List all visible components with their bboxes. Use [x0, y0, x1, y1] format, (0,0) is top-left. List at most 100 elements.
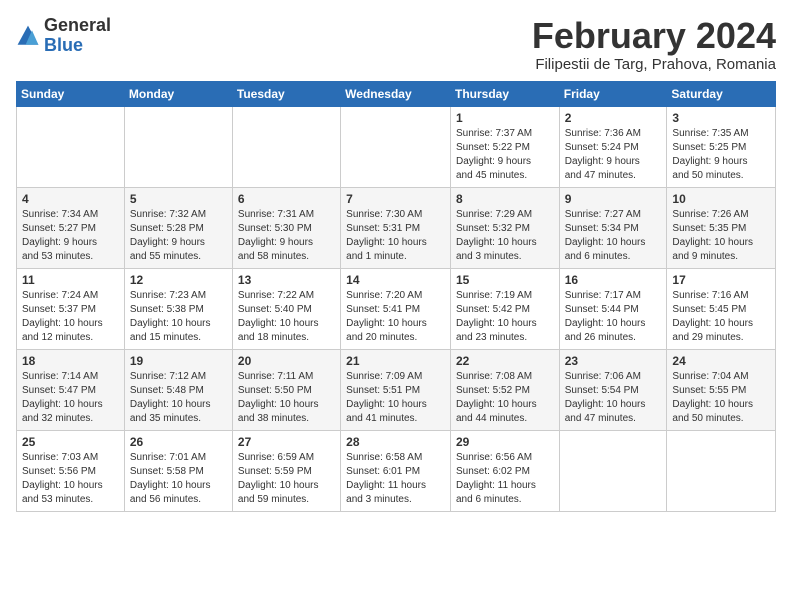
- calendar-cell: 10Sunrise: 7:26 AM Sunset: 5:35 PM Dayli…: [667, 187, 776, 268]
- day-info: Sunrise: 6:58 AM Sunset: 6:01 PM Dayligh…: [346, 451, 445, 507]
- calendar-cell: 19 Sunrise: 7:12 AM Sunset: 5:48 PM Dayli…: [124, 349, 232, 430]
- weekday-header-tuesday: Tuesday: [232, 81, 340, 106]
- calendar-cell: 4 Sunrise: 7:34 AM Sunset: 5:27 PM Daylig…: [17, 187, 125, 268]
- weekday-header-sunday: Sunday: [17, 81, 125, 106]
- day-number: 15: [456, 273, 554, 287]
- calendar-cell: 18 Sunrise: 7:14 AM Sunset: 5:47 PM Dayli…: [17, 349, 125, 430]
- day-number: 26: [130, 435, 227, 449]
- calendar-cell: [667, 430, 776, 511]
- calendar-cell: 17 Sunrise: 7:16 AM Sunset: 5:45 PM Dayli…: [667, 268, 776, 349]
- calendar-cell: 15 Sunrise: 7:19 AM Sunset: 5:42 PM Dayli…: [450, 268, 559, 349]
- calendar-week-row: 25 Sunrise: 7:03 AM Sunset: 5:56 PM Dayli…: [17, 430, 776, 511]
- day-info: Sunrise: 7:37 AM Sunset: 5:22 PM Dayligh…: [456, 127, 554, 183]
- day-number: 4: [22, 192, 119, 206]
- day-info: Sunrise: 7:29 AM Sunset: 5:32 PM Dayligh…: [456, 208, 554, 264]
- calendar-cell: 5 Sunrise: 7:32 AM Sunset: 5:28 PM Daylig…: [124, 187, 232, 268]
- day-info: Sunrise: 7:09 AM Sunset: 5:51 PM Dayligh…: [346, 370, 445, 426]
- calendar-cell: 29 Sunrise: 6:56 AM Sunset: 6:02 PM Dayli…: [450, 430, 559, 511]
- calendar-cell: 21 Sunrise: 7:09 AM Sunset: 5:51 PM Dayli…: [341, 349, 451, 430]
- sub-title: Filipestii de Targ, Prahova, Romania: [532, 56, 776, 73]
- day-number: 17: [672, 273, 770, 287]
- logo: General Blue: [16, 16, 111, 56]
- calendar-cell: 14 Sunrise: 7:20 AM Sunset: 5:41 PM Dayli…: [341, 268, 451, 349]
- day-number: 13: [238, 273, 335, 287]
- calendar-cell: 13 Sunrise: 7:22 AM Sunset: 5:40 PM Dayli…: [232, 268, 340, 349]
- main-title: February 2024: [532, 16, 776, 56]
- weekday-header-saturday: Saturday: [667, 81, 776, 106]
- day-info: Sunrise: 7:12 AM Sunset: 5:48 PM Dayligh…: [130, 370, 227, 426]
- calendar-cell: 28 Sunrise: 6:58 AM Sunset: 6:01 PM Dayli…: [341, 430, 451, 511]
- calendar-cell: 27 Sunrise: 6:59 AM Sunset: 5:59 PM Dayli…: [232, 430, 340, 511]
- day-info: Sunrise: 7:24 AM Sunset: 5:37 PM Dayligh…: [22, 289, 119, 345]
- calendar-cell: 6 Sunrise: 7:31 AM Sunset: 5:30 PM Daylig…: [232, 187, 340, 268]
- day-number: 21: [346, 354, 445, 368]
- day-info: Sunrise: 7:17 AM Sunset: 5:44 PM Dayligh…: [565, 289, 662, 345]
- calendar-cell: [232, 106, 340, 187]
- day-info: Sunrise: 7:34 AM Sunset: 5:27 PM Dayligh…: [22, 208, 119, 264]
- calendar-cell: 12Sunrise: 7:23 AM Sunset: 5:38 PM Dayli…: [124, 268, 232, 349]
- calendar-cell: 26 Sunrise: 7:01 AM Sunset: 5:58 PM Dayli…: [124, 430, 232, 511]
- day-number: 5: [130, 192, 227, 206]
- day-info: Sunrise: 7:04 AM Sunset: 5:55 PM Dayligh…: [672, 370, 770, 426]
- calendar-cell: 20Sunrise: 7:11 AM Sunset: 5:50 PM Dayli…: [232, 349, 340, 430]
- day-number: 29: [456, 435, 554, 449]
- day-info: Sunrise: 7:32 AM Sunset: 5:28 PM Dayligh…: [130, 208, 227, 264]
- day-number: 18: [22, 354, 119, 368]
- calendar-cell: 3 Sunrise: 7:35 AM Sunset: 5:25 PM Daylig…: [667, 106, 776, 187]
- day-number: 7: [346, 192, 445, 206]
- calendar-cell: [341, 106, 451, 187]
- day-number: 25: [22, 435, 119, 449]
- day-info: Sunrise: 7:35 AM Sunset: 5:25 PM Dayligh…: [672, 127, 770, 183]
- day-number: 3: [672, 111, 770, 125]
- day-info: Sunrise: 7:16 AM Sunset: 5:45 PM Dayligh…: [672, 289, 770, 345]
- weekday-header-wednesday: Wednesday: [341, 81, 451, 106]
- day-number: 22: [456, 354, 554, 368]
- weekday-header-thursday: Thursday: [450, 81, 559, 106]
- day-info: Sunrise: 6:59 AM Sunset: 5:59 PM Dayligh…: [238, 451, 335, 507]
- day-number: 6: [238, 192, 335, 206]
- day-info: Sunrise: 7:19 AM Sunset: 5:42 PM Dayligh…: [456, 289, 554, 345]
- day-number: 14: [346, 273, 445, 287]
- day-number: 11: [22, 273, 119, 287]
- calendar-week-row: 1 Sunrise: 7:37 AM Sunset: 5:22 PM Daylig…: [17, 106, 776, 187]
- page-header: General Blue February 2024 Filipestii de…: [16, 16, 776, 73]
- day-number: 9: [565, 192, 662, 206]
- day-number: 1: [456, 111, 554, 125]
- calendar-cell: 16 Sunrise: 7:17 AM Sunset: 5:44 PM Dayli…: [559, 268, 667, 349]
- calendar-table: SundayMondayTuesdayWednesdayThursdayFrid…: [16, 81, 776, 512]
- calendar-cell: 22Sunrise: 7:08 AM Sunset: 5:52 PM Dayli…: [450, 349, 559, 430]
- title-block: February 2024 Filipestii de Targ, Prahov…: [532, 16, 776, 73]
- day-info: Sunrise: 6:56 AM Sunset: 6:02 PM Dayligh…: [456, 451, 554, 507]
- day-info: Sunrise: 7:27 AM Sunset: 5:34 PM Dayligh…: [565, 208, 662, 264]
- logo-icon: [16, 24, 40, 48]
- day-number: 12: [130, 273, 227, 287]
- day-number: 27: [238, 435, 335, 449]
- day-info: Sunrise: 7:22 AM Sunset: 5:40 PM Dayligh…: [238, 289, 335, 345]
- day-number: 20: [238, 354, 335, 368]
- day-info: Sunrise: 7:20 AM Sunset: 5:41 PM Dayligh…: [346, 289, 445, 345]
- calendar-cell: [17, 106, 125, 187]
- calendar-week-row: 4 Sunrise: 7:34 AM Sunset: 5:27 PM Daylig…: [17, 187, 776, 268]
- day-info: Sunrise: 7:03 AM Sunset: 5:56 PM Dayligh…: [22, 451, 119, 507]
- calendar-cell: [124, 106, 232, 187]
- day-number: 16: [565, 273, 662, 287]
- day-number: 19: [130, 354, 227, 368]
- day-number: 8: [456, 192, 554, 206]
- weekday-header-row: SundayMondayTuesdayWednesdayThursdayFrid…: [17, 81, 776, 106]
- weekday-header-friday: Friday: [559, 81, 667, 106]
- calendar-cell: 8 Sunrise: 7:29 AM Sunset: 5:32 PM Daylig…: [450, 187, 559, 268]
- calendar-cell: 11 Sunrise: 7:24 AM Sunset: 5:37 PM Dayli…: [17, 268, 125, 349]
- calendar-cell: 25 Sunrise: 7:03 AM Sunset: 5:56 PM Dayli…: [17, 430, 125, 511]
- calendar-cell: 2 Sunrise: 7:36 AM Sunset: 5:24 PM Daylig…: [559, 106, 667, 187]
- day-info: Sunrise: 7:30 AM Sunset: 5:31 PM Dayligh…: [346, 208, 445, 264]
- day-info: Sunrise: 7:31 AM Sunset: 5:30 PM Dayligh…: [238, 208, 335, 264]
- calendar-cell: 24 Sunrise: 7:04 AM Sunset: 5:55 PM Dayli…: [667, 349, 776, 430]
- day-info: Sunrise: 7:36 AM Sunset: 5:24 PM Dayligh…: [565, 127, 662, 183]
- day-info: Sunrise: 7:01 AM Sunset: 5:58 PM Dayligh…: [130, 451, 227, 507]
- day-number: 28: [346, 435, 445, 449]
- day-info: Sunrise: 7:14 AM Sunset: 5:47 PM Dayligh…: [22, 370, 119, 426]
- day-number: 24: [672, 354, 770, 368]
- calendar-cell: [559, 430, 667, 511]
- calendar-cell: 23Sunrise: 7:06 AM Sunset: 5:54 PM Dayli…: [559, 349, 667, 430]
- day-number: 2: [565, 111, 662, 125]
